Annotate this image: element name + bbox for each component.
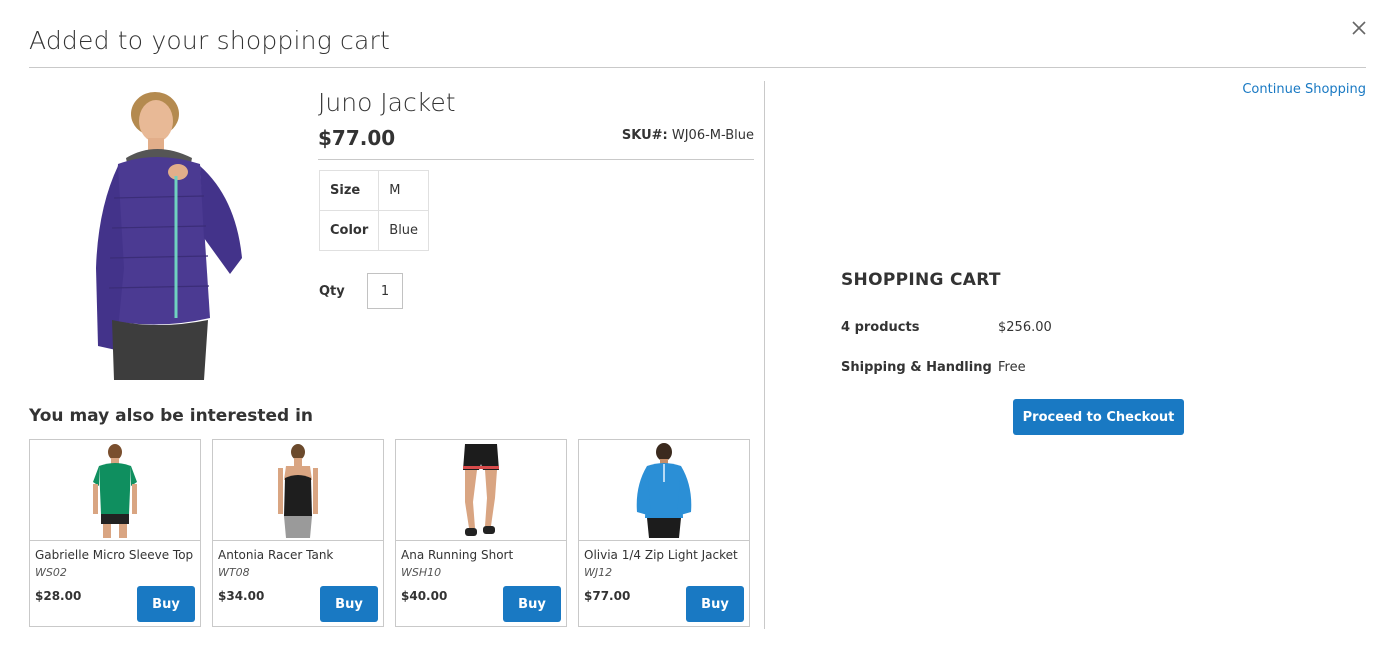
buy-button[interactable]: Buy (686, 586, 744, 622)
product-name: Juno Jacket (318, 88, 456, 117)
related-name[interactable]: Olivia 1/4 Zip Light Jacket (584, 548, 738, 562)
related-price: $40.00 (401, 589, 448, 603)
products-count-label: 4 products (841, 320, 920, 335)
related-name[interactable]: Antonia Racer Tank (218, 548, 333, 562)
related-name[interactable]: Gabrielle Micro Sleeve Top (35, 548, 193, 562)
qty-label: Qty (319, 284, 345, 299)
related-card[interactable]: Olivia 1/4 Zip Light Jacket WJ12 $77.00 … (578, 439, 750, 627)
related-name[interactable]: Ana Running Short (401, 548, 513, 562)
proceed-to-checkout-button[interactable]: Proceed to Checkout (1013, 399, 1184, 435)
related-sku: WT08 (218, 566, 250, 579)
modal-title: Added to your shopping cart (29, 26, 390, 55)
related-title: You may also be interested in (29, 406, 314, 426)
related-image[interactable] (213, 440, 383, 541)
related-card[interactable]: Antonia Racer Tank WT08 $34.00 Buy (212, 439, 384, 627)
related-card[interactable]: Gabrielle Micro Sleeve Top WS02 $28.00 B… (29, 439, 201, 627)
option-row-color: Color Blue (318, 210, 430, 251)
related-price: $77.00 (584, 589, 631, 603)
sku-value: WJ06-M-Blue (671, 128, 754, 143)
option-row-size: Size M (318, 170, 430, 211)
product-image (88, 88, 258, 380)
product-price: $77.00 (318, 126, 396, 150)
buy-button[interactable]: Buy (137, 586, 195, 622)
header-divider (29, 67, 1366, 68)
related-image[interactable] (30, 440, 200, 541)
option-label: Size (318, 170, 380, 211)
buy-button[interactable]: Buy (503, 586, 561, 622)
related-price: $34.00 (218, 589, 265, 603)
related-sku: WS02 (35, 566, 67, 579)
close-button[interactable] (1347, 16, 1371, 40)
product-divider (318, 159, 754, 160)
cart-title: SHOPPING CART (841, 270, 1001, 290)
related-card[interactable]: Ana Running Short WSH10 $40.00 Buy (395, 439, 567, 627)
sku-label: SKU#: (621, 128, 668, 143)
column-divider (764, 81, 765, 629)
shipping-value: Free (998, 360, 1026, 375)
related-price: $28.00 (35, 589, 82, 603)
continue-shopping-link[interactable]: Continue Shopping (1160, 82, 1366, 97)
option-label: Color (318, 210, 380, 251)
product-sku: SKU#: WJ06-M-Blue (560, 128, 754, 143)
related-sku: WJ12 (584, 566, 613, 579)
related-image[interactable] (579, 440, 749, 541)
product-options-table: Size M Color Blue (318, 170, 430, 251)
buy-button[interactable]: Buy (320, 586, 378, 622)
close-icon[interactable] (1347, 16, 1371, 40)
option-value: M (378, 170, 430, 211)
option-value: Blue (378, 210, 430, 251)
related-image[interactable] (396, 440, 566, 541)
related-sku: WSH10 (401, 566, 442, 579)
qty-input[interactable]: 1 (367, 273, 403, 309)
products-total: $256.00 (998, 320, 1052, 335)
shipping-label: Shipping & Handling (841, 360, 992, 375)
